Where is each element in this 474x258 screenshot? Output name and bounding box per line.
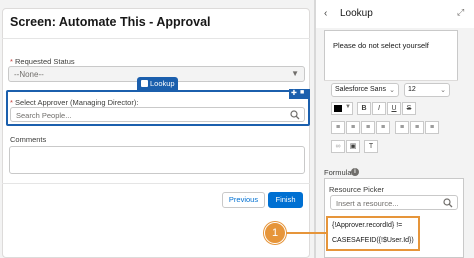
align-right-icon[interactable]: ≡ <box>425 121 439 134</box>
bulleted-list-icon[interactable]: ≡ <box>331 121 345 134</box>
footer-divider <box>2 183 310 184</box>
italic-button[interactable]: I <box>372 102 386 115</box>
editor-text: Please do not select yourself <box>333 41 429 50</box>
resource-picker-placeholder: Insert a resource... <box>336 199 399 208</box>
select-approver-label-text: Select Approver (Managing Director): <box>15 98 139 107</box>
image-icon[interactable]: ▣ <box>346 140 360 153</box>
lookup-tab-label: Lookup <box>150 79 175 88</box>
formula-line: {!Approver.recordId} != <box>332 222 403 229</box>
chevron-down-icon: ▼ <box>345 104 351 110</box>
requested-status-label: * Requested Status <box>10 57 75 66</box>
callout-badge: 1 <box>264 222 286 244</box>
clear-format-button[interactable]: T <box>364 140 378 153</box>
comments-textarea[interactable] <box>9 146 305 174</box>
formula-label: Formula <box>324 168 352 177</box>
required-mark: * <box>10 57 13 66</box>
link-icon[interactable]: ∞ <box>331 140 345 153</box>
comments-label: Comments <box>10 135 47 144</box>
callout-connector <box>286 232 326 234</box>
search-people-input[interactable]: Search People... <box>10 107 305 122</box>
screen-card <box>2 8 310 258</box>
chevron-down-icon: ⌄ <box>440 87 446 94</box>
requested-status-label-text: Requested Status <box>15 57 75 66</box>
font-family-select[interactable]: Salesforce Sans ⌄ <box>331 83 399 97</box>
color-chip <box>334 105 342 112</box>
outdent-icon[interactable]: ≡ <box>376 121 390 134</box>
panel-title: Lookup <box>340 8 373 19</box>
select-approver-label: * Select Approver (Managing Director): <box>10 98 138 107</box>
search-icon <box>443 198 453 208</box>
font-family-value: Salesforce Sans <box>335 86 386 93</box>
font-size-select[interactable]: 12 ⌄ <box>404 83 450 97</box>
strikethrough-button[interactable]: S <box>402 102 416 115</box>
component-tools: ✚ ■ <box>289 89 310 99</box>
required-mark: * <box>10 98 13 107</box>
info-icon[interactable]: i <box>351 168 359 176</box>
trash-icon[interactable]: ■ <box>300 89 304 96</box>
lookup-icon <box>141 80 148 87</box>
chevron-down-icon: ⌄ <box>389 87 395 94</box>
resource-picker-label: Resource Picker <box>329 185 385 194</box>
expand-icon[interactable]: ⤢ <box>457 7 464 18</box>
align-center-icon[interactable]: ≡ <box>410 121 424 134</box>
chevron-down-icon: ▼ <box>291 69 299 78</box>
screen-title: Screen: Automate This - Approval <box>10 15 211 29</box>
requested-status-value: --None-- <box>14 70 44 79</box>
bold-button[interactable]: B <box>357 102 371 115</box>
search-icon <box>290 110 300 120</box>
previous-button[interactable]: Previous <box>222 192 265 208</box>
text-color-picker[interactable]: ▼ <box>331 102 353 115</box>
font-size-value: 12 <box>408 86 416 93</box>
align-left-icon[interactable]: ≡ <box>395 121 409 134</box>
title-divider <box>2 38 310 39</box>
finish-button[interactable]: Finish <box>268 192 303 208</box>
indent-icon[interactable]: ≡ <box>361 121 375 134</box>
search-people-placeholder: Search People... <box>16 111 72 120</box>
formula-line: CASESAFEID({!$User.Id}) <box>332 237 414 244</box>
move-icon[interactable]: ✚ <box>291 89 297 97</box>
underline-button[interactable]: U <box>387 102 401 115</box>
resource-picker-input[interactable]: Insert a resource... <box>330 195 458 210</box>
lookup-component-tab[interactable]: Lookup <box>137 77 178 90</box>
chevron-left-icon[interactable]: ‹ <box>324 8 327 19</box>
numbered-list-icon[interactable]: ≡ <box>346 121 360 134</box>
